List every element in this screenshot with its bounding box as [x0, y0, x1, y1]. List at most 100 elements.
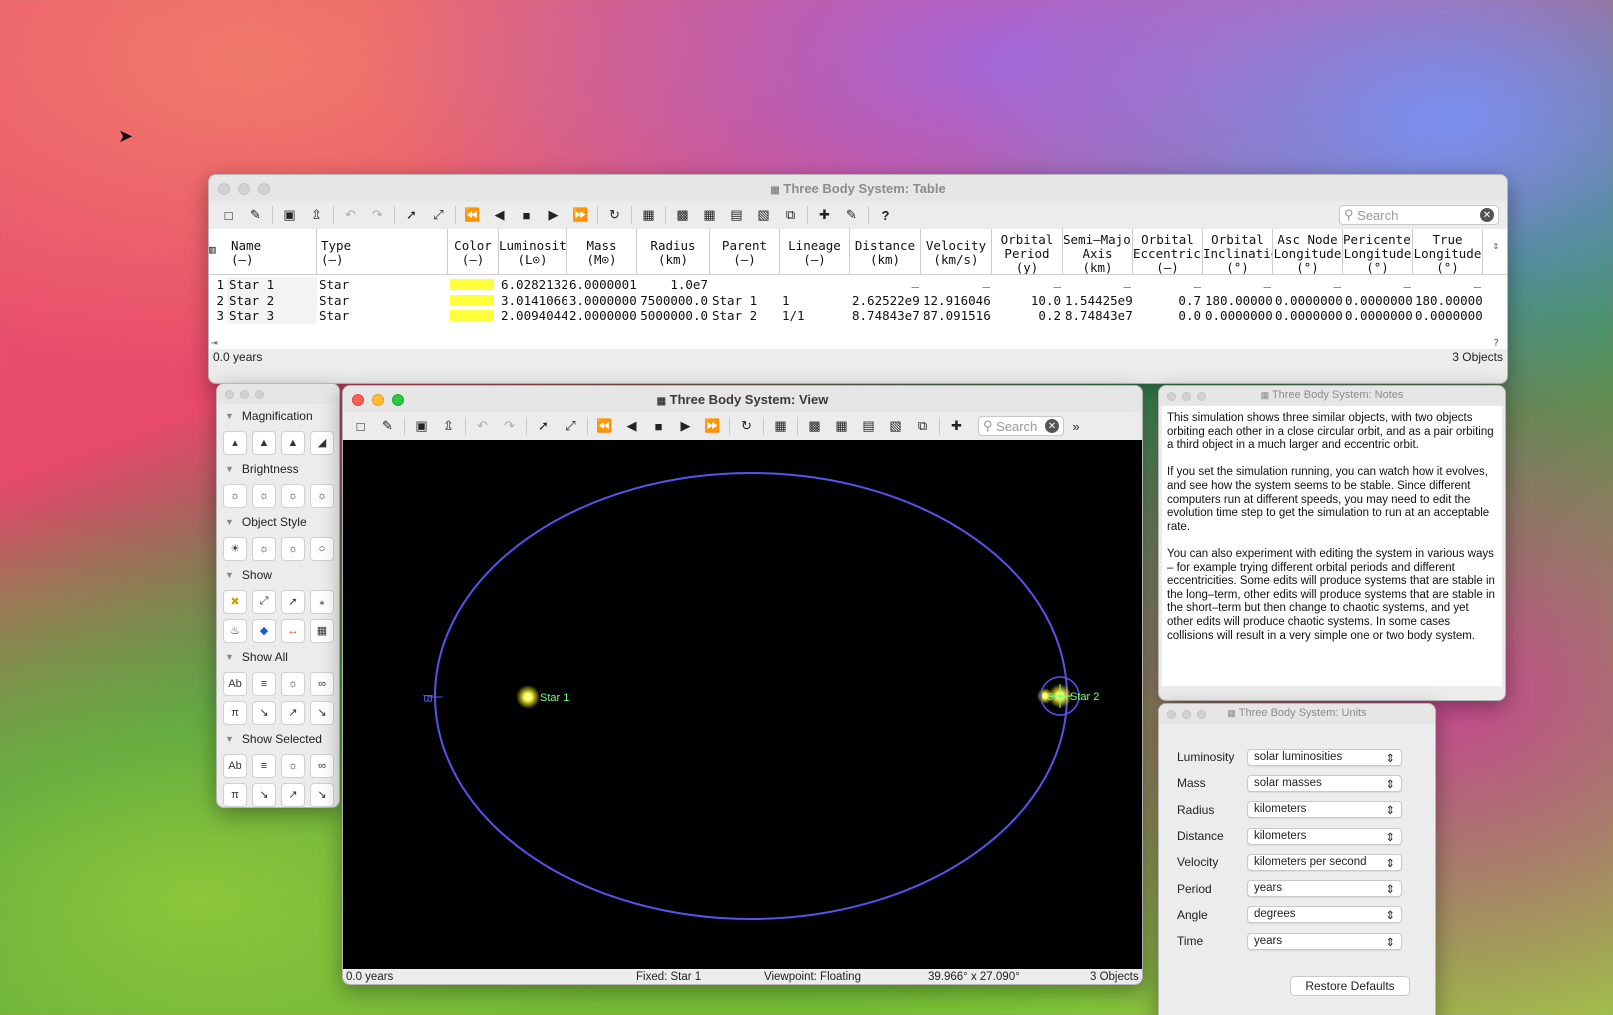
magnify-2-icon[interactable]: ▲: [252, 430, 276, 455]
edit-document-icon[interactable]: ✎: [374, 415, 401, 437]
selected-vectors-icon[interactable]: ↘: [252, 782, 276, 807]
stop-icon[interactable]: ■: [645, 415, 672, 437]
time-step-icon[interactable]: ↻: [733, 415, 760, 437]
select-area-icon[interactable]: ⤢: [425, 204, 452, 226]
cell-inc[interactable]: 0.0000000: [1203, 308, 1273, 324]
palette-titlebar[interactable]: [217, 384, 339, 404]
column-header-color[interactable]: Color (–): [448, 229, 499, 274]
open-icon[interactable]: ▣: [276, 204, 303, 226]
all-labels-icon[interactable]: Ab: [223, 671, 247, 696]
table-titlebar[interactable]: ▦ Three Body System: Table: [209, 175, 1507, 201]
fast-reverse-icon[interactable]: ⏪: [459, 204, 486, 226]
cell-truelon[interactable]: 180.00000: [1413, 293, 1483, 309]
help-icon[interactable]: ?: [872, 204, 899, 226]
stop-icon[interactable]: ■: [513, 204, 540, 226]
cell-name[interactable]: Star 1: [227, 277, 317, 293]
cell-asc[interactable]: 0.0000000: [1273, 293, 1343, 309]
luminosity-select[interactable]: solar luminosities ⇕: [1247, 748, 1402, 766]
step-icon[interactable]: ▦: [635, 204, 662, 226]
cell-peri[interactable]: _: [1343, 277, 1413, 293]
all-links-icon[interactable]: ↘: [310, 700, 334, 725]
selected-pi-icon[interactable]: π: [223, 782, 247, 807]
view-window-icon[interactable]: ▩: [801, 415, 828, 437]
edit-document-icon[interactable]: ✎: [242, 204, 269, 226]
period-select[interactable]: years ⇕: [1247, 880, 1402, 898]
all-stars-icon[interactable]: ☼: [281, 671, 305, 696]
magnify-3-icon[interactable]: ▲: [281, 430, 305, 455]
cell-color-swatch[interactable]: [448, 277, 499, 293]
scroll-right-icon[interactable]: ⇥: [211, 336, 218, 349]
cell-lineage[interactable]: 1/1: [780, 308, 850, 324]
table-row[interactable]: 3 Star 3 Star 2.0094044 2.0000000 5000000.0 St…: [209, 308, 1507, 324]
cell-inc[interactable]: _: [1203, 277, 1273, 293]
play-icon[interactable]: ▶: [672, 415, 699, 437]
section-show-selected[interactable]: ▼ Show Selected: [217, 727, 339, 751]
cell-mass[interactable]: 3.0000000: [567, 293, 637, 309]
magnify-1-icon[interactable]: ▴: [223, 430, 247, 455]
cell-parent[interactable]: Star 2: [710, 308, 780, 324]
cell-asc[interactable]: _: [1273, 277, 1343, 293]
undo-icon[interactable]: ↶: [337, 204, 364, 226]
units-icon[interactable]: ✚: [943, 415, 970, 437]
help-corner-icon[interactable]: ?: [1493, 338, 1499, 349]
cell-ecc[interactable]: _: [1133, 277, 1203, 293]
fast-reverse-icon[interactable]: ⏪: [591, 415, 618, 437]
cell-mass[interactable]: 6.0000001: [567, 277, 637, 293]
cell-name[interactable]: Star 3: [227, 308, 317, 324]
velocity-select[interactable]: kilometers per second ⇕: [1247, 853, 1402, 871]
all-vectors-icon[interactable]: ↘: [252, 700, 276, 725]
column-header-velocity[interactable]: Velocity (km/s): [921, 229, 992, 274]
chart-window-icon[interactable]: ▧: [882, 415, 909, 437]
cell-lineage[interactable]: [780, 277, 850, 293]
cell-velocity[interactable]: 87.091516: [921, 308, 992, 324]
table-window-icon[interactable]: ▦: [696, 204, 723, 226]
section-magnification[interactable]: ▼ Magnification: [217, 404, 339, 428]
column-header-distance[interactable]: Distance (km): [850, 229, 921, 274]
table-window-icon[interactable]: ▦: [828, 415, 855, 437]
show-stars-icon[interactable]: ⁎: [310, 589, 334, 614]
tree-window-icon[interactable]: ▤: [723, 204, 750, 226]
view-search-field[interactable]: ⚲ Search ✕: [978, 416, 1064, 436]
selected-orbits-icon[interactable]: ∞: [310, 753, 334, 778]
all-data-icon[interactable]: ≡: [252, 671, 276, 696]
mass-select[interactable]: solar masses ⇕: [1247, 774, 1402, 792]
show-observer-icon[interactable]: ♨: [223, 618, 247, 643]
notes-icon[interactable]: ✎: [838, 204, 865, 226]
step-icon[interactable]: ▦: [767, 415, 794, 437]
cell-sma[interactable]: 1.54425e9: [1063, 293, 1133, 309]
cell-distance[interactable]: 8.74843e7: [850, 308, 921, 324]
radius-select[interactable]: kilometers ⇕: [1247, 801, 1402, 819]
section-show-all[interactable]: ▼ Show All: [217, 645, 339, 669]
time-step-icon[interactable]: ↻: [601, 204, 628, 226]
cell-color-swatch[interactable]: [448, 308, 499, 324]
column-header-peri[interactable]: Pericenter Longitude (°): [1343, 229, 1413, 274]
copy-icon[interactable]: ⧉: [909, 415, 936, 437]
selected-labels-icon[interactable]: Ab: [223, 753, 247, 778]
angle-select[interactable]: degrees ⇕: [1247, 906, 1402, 924]
cell-velocity[interactable]: _: [921, 277, 992, 293]
cell-peri[interactable]: 0.0000000: [1343, 308, 1413, 324]
cell-type[interactable]: Star: [317, 277, 448, 293]
cell-lineage[interactable]: 1: [780, 293, 850, 309]
time-select[interactable]: years ⇕: [1247, 932, 1402, 950]
cell-truelon[interactable]: _: [1413, 277, 1483, 293]
units-icon[interactable]: ✚: [811, 204, 838, 226]
export-icon[interactable]: ⇫: [303, 204, 330, 226]
clear-search-icon[interactable]: ✕: [1480, 208, 1494, 222]
redo-icon[interactable]: ↷: [496, 415, 523, 437]
view-window-icon[interactable]: ▩: [669, 204, 696, 226]
cell-name[interactable]: Star 2: [227, 292, 317, 308]
show-objects-icon[interactable]: ✖: [223, 589, 247, 614]
cell-ecc[interactable]: 0.0: [1133, 308, 1203, 324]
column-header-inc[interactable]: Orbital Inclinatio (°): [1203, 229, 1273, 274]
cell-peri[interactable]: 0.0000000: [1343, 293, 1413, 309]
step-back-icon[interactable]: ◀: [486, 204, 513, 226]
table-row[interactable]: 2 Star 2 Star 3.0141066 3.0000000 7500000.0 St…: [209, 292, 1507, 309]
cell-radius[interactable]: 1.0e7: [637, 277, 710, 293]
minimize-button[interactable]: [240, 390, 249, 399]
selected-links-icon[interactable]: ↘: [310, 782, 334, 807]
new-document-icon[interactable]: □: [215, 204, 242, 226]
cell-parent[interactable]: Star 1: [710, 293, 780, 309]
show-path-icon[interactable]: ➚: [281, 589, 305, 614]
show-arrows-icon[interactable]: ↔: [281, 618, 305, 643]
